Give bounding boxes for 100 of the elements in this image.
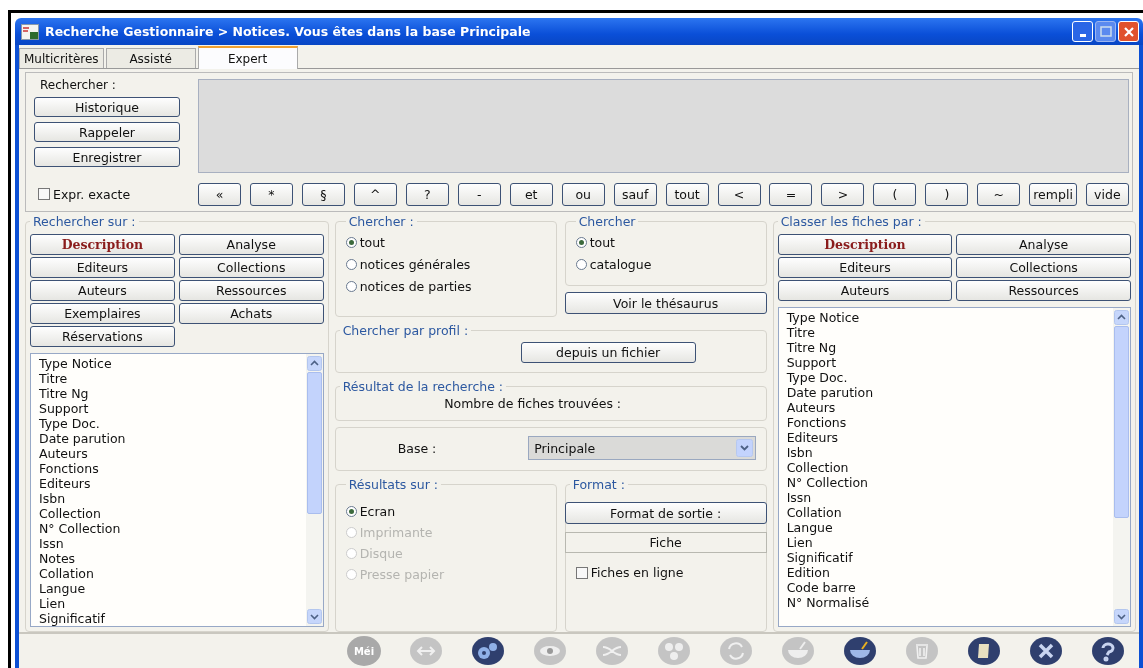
sort-group-button[interactable]: Analyse bbox=[956, 234, 1131, 255]
online-records-checkbox[interactable]: Fiches en ligne bbox=[569, 565, 684, 580]
radio-button[interactable] bbox=[345, 259, 357, 270]
operator-button[interactable]: - bbox=[457, 182, 501, 206]
operator-button[interactable]: < bbox=[717, 182, 761, 206]
sort-group-button[interactable]: Editeurs bbox=[777, 257, 953, 278]
list-item[interactable]: Code barre bbox=[786, 580, 1113, 595]
operator-button[interactable]: ( bbox=[873, 182, 917, 206]
list-item[interactable]: Collation bbox=[786, 505, 1113, 520]
bowl-icon[interactable] bbox=[843, 636, 877, 666]
sort-group-button[interactable]: Collections bbox=[956, 257, 1131, 278]
query-field[interactable] bbox=[198, 79, 1129, 173]
scroll-up-icon[interactable] bbox=[1114, 310, 1129, 325]
operator-button[interactable]: ) bbox=[925, 182, 969, 206]
list-item[interactable]: N° Collection bbox=[39, 521, 306, 536]
exact-expression-checkbox[interactable]: Expr. exacte bbox=[34, 186, 131, 202]
sort-group-button[interactable]: Auteurs bbox=[777, 280, 953, 301]
list-item[interactable]: Date parution bbox=[786, 385, 1113, 400]
list-item[interactable]: Date parution bbox=[39, 431, 306, 446]
operator-button[interactable]: ? bbox=[405, 182, 449, 206]
radio-label[interactable]: tout bbox=[359, 235, 385, 250]
list-item[interactable]: Lien bbox=[39, 596, 306, 611]
list-item[interactable]: Issn bbox=[39, 536, 306, 551]
list-item[interactable]: Collection bbox=[786, 460, 1113, 475]
radio-button[interactable] bbox=[345, 237, 357, 248]
output-format-button[interactable]: Format de sortie : bbox=[564, 502, 767, 524]
tab[interactable]: Multicritères bbox=[19, 48, 104, 68]
from-file-button[interactable]: depuis un fichier bbox=[520, 342, 696, 363]
field-group-button[interactable]: Achats bbox=[178, 303, 324, 324]
list-item[interactable]: Type Doc. bbox=[39, 416, 306, 431]
list-item[interactable]: Auteurs bbox=[39, 446, 306, 461]
list-item[interactable]: Editeurs bbox=[39, 476, 306, 491]
field-list[interactable]: Type Notice Titre Titre Ng Support Type Doc. Date parution Auteurs Fonctions Editeurs Isbn Collection N° Collection Issn Notes Collation Langue Lien Significatif bbox=[30, 353, 324, 627]
operator-button[interactable]: rempli bbox=[1029, 182, 1077, 206]
operator-button[interactable]: ~ bbox=[977, 182, 1021, 206]
list-item[interactable]: Significatif bbox=[786, 550, 1113, 565]
radio-label[interactable]: catalogue bbox=[589, 257, 652, 272]
list-item[interactable]: Isbn bbox=[786, 445, 1113, 460]
scrollbar[interactable] bbox=[1113, 308, 1130, 626]
sort-group-button[interactable]: Description bbox=[777, 234, 953, 255]
list-item[interactable]: Support bbox=[786, 355, 1113, 370]
operator-button[interactable]: tout bbox=[665, 182, 709, 206]
base-dropdown[interactable]: Principale bbox=[528, 436, 756, 460]
list-item[interactable]: Type Doc. bbox=[786, 370, 1113, 385]
help-icon[interactable] bbox=[1091, 636, 1125, 666]
thesaurus-button[interactable]: Voir le thésaurus bbox=[564, 292, 767, 314]
tab[interactable]: Assisté bbox=[105, 48, 196, 68]
operator-button[interactable]: vide bbox=[1085, 182, 1129, 206]
list-item[interactable]: Notes bbox=[39, 551, 306, 566]
close-icon[interactable] bbox=[1029, 636, 1063, 666]
scrollbar[interactable] bbox=[305, 354, 323, 626]
operator-button[interactable]: ^ bbox=[353, 182, 397, 206]
list-item[interactable]: Titre Ng bbox=[39, 386, 306, 401]
field-group-button[interactable]: Editeurs bbox=[30, 257, 175, 278]
operator-button[interactable]: « bbox=[198, 182, 241, 206]
search-action-button[interactable]: Enregistrer bbox=[34, 147, 180, 167]
operator-button[interactable]: ou bbox=[561, 182, 605, 206]
radio-label[interactable]: tout bbox=[589, 235, 615, 250]
field-group-button[interactable]: Ressources bbox=[178, 280, 324, 301]
operator-button[interactable]: = bbox=[769, 182, 813, 206]
list-item[interactable]: Lien bbox=[786, 535, 1113, 550]
list-item[interactable]: Collection bbox=[39, 506, 306, 521]
field-group-button[interactable]: Analyse bbox=[178, 234, 324, 255]
list-item[interactable]: Edition bbox=[786, 565, 1113, 580]
list-item[interactable]: Significatif bbox=[39, 611, 306, 626]
radio-button[interactable] bbox=[345, 281, 357, 292]
scroll-up-icon[interactable] bbox=[306, 356, 322, 371]
radio-button[interactable] bbox=[575, 237, 587, 248]
operator-button[interactable]: * bbox=[249, 182, 293, 206]
list-item[interactable]: Issn bbox=[786, 490, 1113, 505]
gears-icon[interactable] bbox=[471, 636, 505, 666]
list-item[interactable]: Langue bbox=[786, 520, 1113, 535]
list-item[interactable]: Titre bbox=[786, 325, 1113, 340]
radio-label[interactable]: Ecran bbox=[359, 504, 396, 519]
list-item[interactable]: Support bbox=[39, 401, 306, 416]
radio-label[interactable]: notices de parties bbox=[359, 279, 472, 294]
dropdown-icon[interactable] bbox=[735, 439, 753, 457]
list-item[interactable]: Fonctions bbox=[39, 461, 306, 476]
field-group-button[interactable]: Réservations bbox=[30, 326, 175, 347]
operator-button[interactable]: sauf bbox=[613, 182, 657, 206]
list-item[interactable]: Titre bbox=[39, 371, 306, 386]
list-item[interactable]: Langue bbox=[39, 581, 306, 596]
list-item[interactable]: N° Normalisé bbox=[786, 595, 1113, 610]
list-item[interactable]: Type Notice bbox=[39, 356, 306, 371]
list-item[interactable]: Collation bbox=[39, 566, 306, 581]
list-item[interactable]: Auteurs bbox=[786, 400, 1113, 415]
radio-label[interactable]: notices générales bbox=[359, 257, 471, 272]
tab[interactable]: Expert bbox=[197, 46, 298, 69]
list-item[interactable]: Fonctions bbox=[786, 415, 1113, 430]
operator-button[interactable]: § bbox=[301, 182, 345, 206]
search-action-button[interactable]: Rappeler bbox=[34, 122, 180, 142]
field-group-button[interactable]: Description bbox=[30, 234, 175, 255]
close-button[interactable] bbox=[1118, 21, 1139, 42]
operator-button[interactable]: > bbox=[821, 182, 865, 206]
field-group-button[interactable]: Auteurs bbox=[30, 280, 175, 301]
list-item[interactable]: Titre Ng bbox=[786, 340, 1113, 355]
radio-button[interactable] bbox=[575, 259, 587, 270]
field-group-button[interactable]: Exemplaires bbox=[30, 303, 175, 324]
scroll-down-icon[interactable] bbox=[306, 609, 322, 624]
operator-button[interactable]: et bbox=[509, 182, 553, 206]
